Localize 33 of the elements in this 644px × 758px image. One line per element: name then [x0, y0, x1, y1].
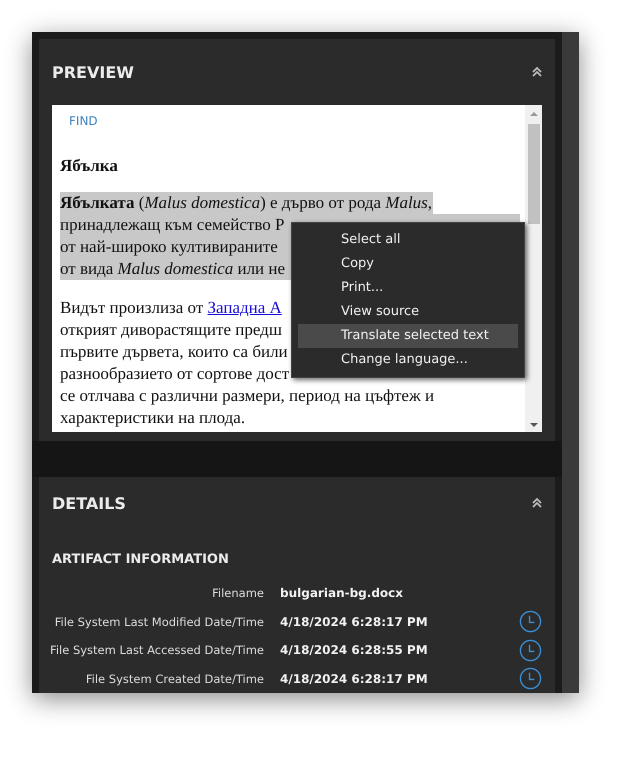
- find-link[interactable]: FIND: [69, 114, 98, 128]
- field-value: bulgarian-bg.docx: [280, 586, 404, 600]
- text-line: характеристики на плода.: [60, 407, 246, 429]
- field-value: 4/18/2024 6:28:17 PM: [280, 672, 429, 686]
- menu-item[interactable]: Change language...: [298, 348, 518, 372]
- collapse-icon[interactable]: [531, 497, 543, 509]
- panel-title: DETAILS: [52, 494, 126, 512]
- text-line: разнообразието от сортове дост: [60, 363, 290, 385]
- field-label: Filename: [211, 586, 264, 600]
- menu-item[interactable]: View source: [298, 300, 518, 324]
- scrollbar[interactable]: [525, 105, 542, 432]
- text-link[interactable]: Западна А: [208, 298, 282, 317]
- text-line: открият диворастящите предш: [60, 319, 282, 341]
- text-line: се отлчава с различни размери, период на цъфтеж и: [60, 385, 434, 407]
- field-value: 4/18/2024 6:28:55 PM: [280, 643, 429, 658]
- menu-item[interactable]: Translate selected text: [298, 324, 518, 348]
- panel-title: PREVIEW: [52, 62, 134, 82]
- text-line: първите дървета, които са били: [60, 341, 288, 363]
- scrollbar-thumb[interactable]: [528, 124, 540, 224]
- field-value: 4/18/2024 6:28:17 PM: [280, 614, 429, 629]
- field-label: File System Last Accessed Date/Time: [49, 643, 264, 658]
- text-line: Видът произлиза от Западна А: [60, 297, 282, 319]
- scroll-down-icon[interactable]: [530, 422, 538, 428]
- field-label: File System Created Date/Time: [84, 672, 264, 686]
- document-heading: Ябълка: [60, 156, 119, 176]
- field-label: File System Last Modified Date/Time: [54, 614, 264, 629]
- scrollbar[interactable]: [562, 32, 579, 693]
- scroll-up-icon[interactable]: [530, 111, 538, 117]
- clock-icon[interactable]: [519, 638, 542, 662]
- section-title: ARTIFACT INFORMATION: [52, 552, 230, 567]
- clock-icon[interactable]: [519, 610, 542, 634]
- clock-icon[interactable]: [519, 667, 542, 690]
- collapse-icon[interactable]: [531, 66, 543, 78]
